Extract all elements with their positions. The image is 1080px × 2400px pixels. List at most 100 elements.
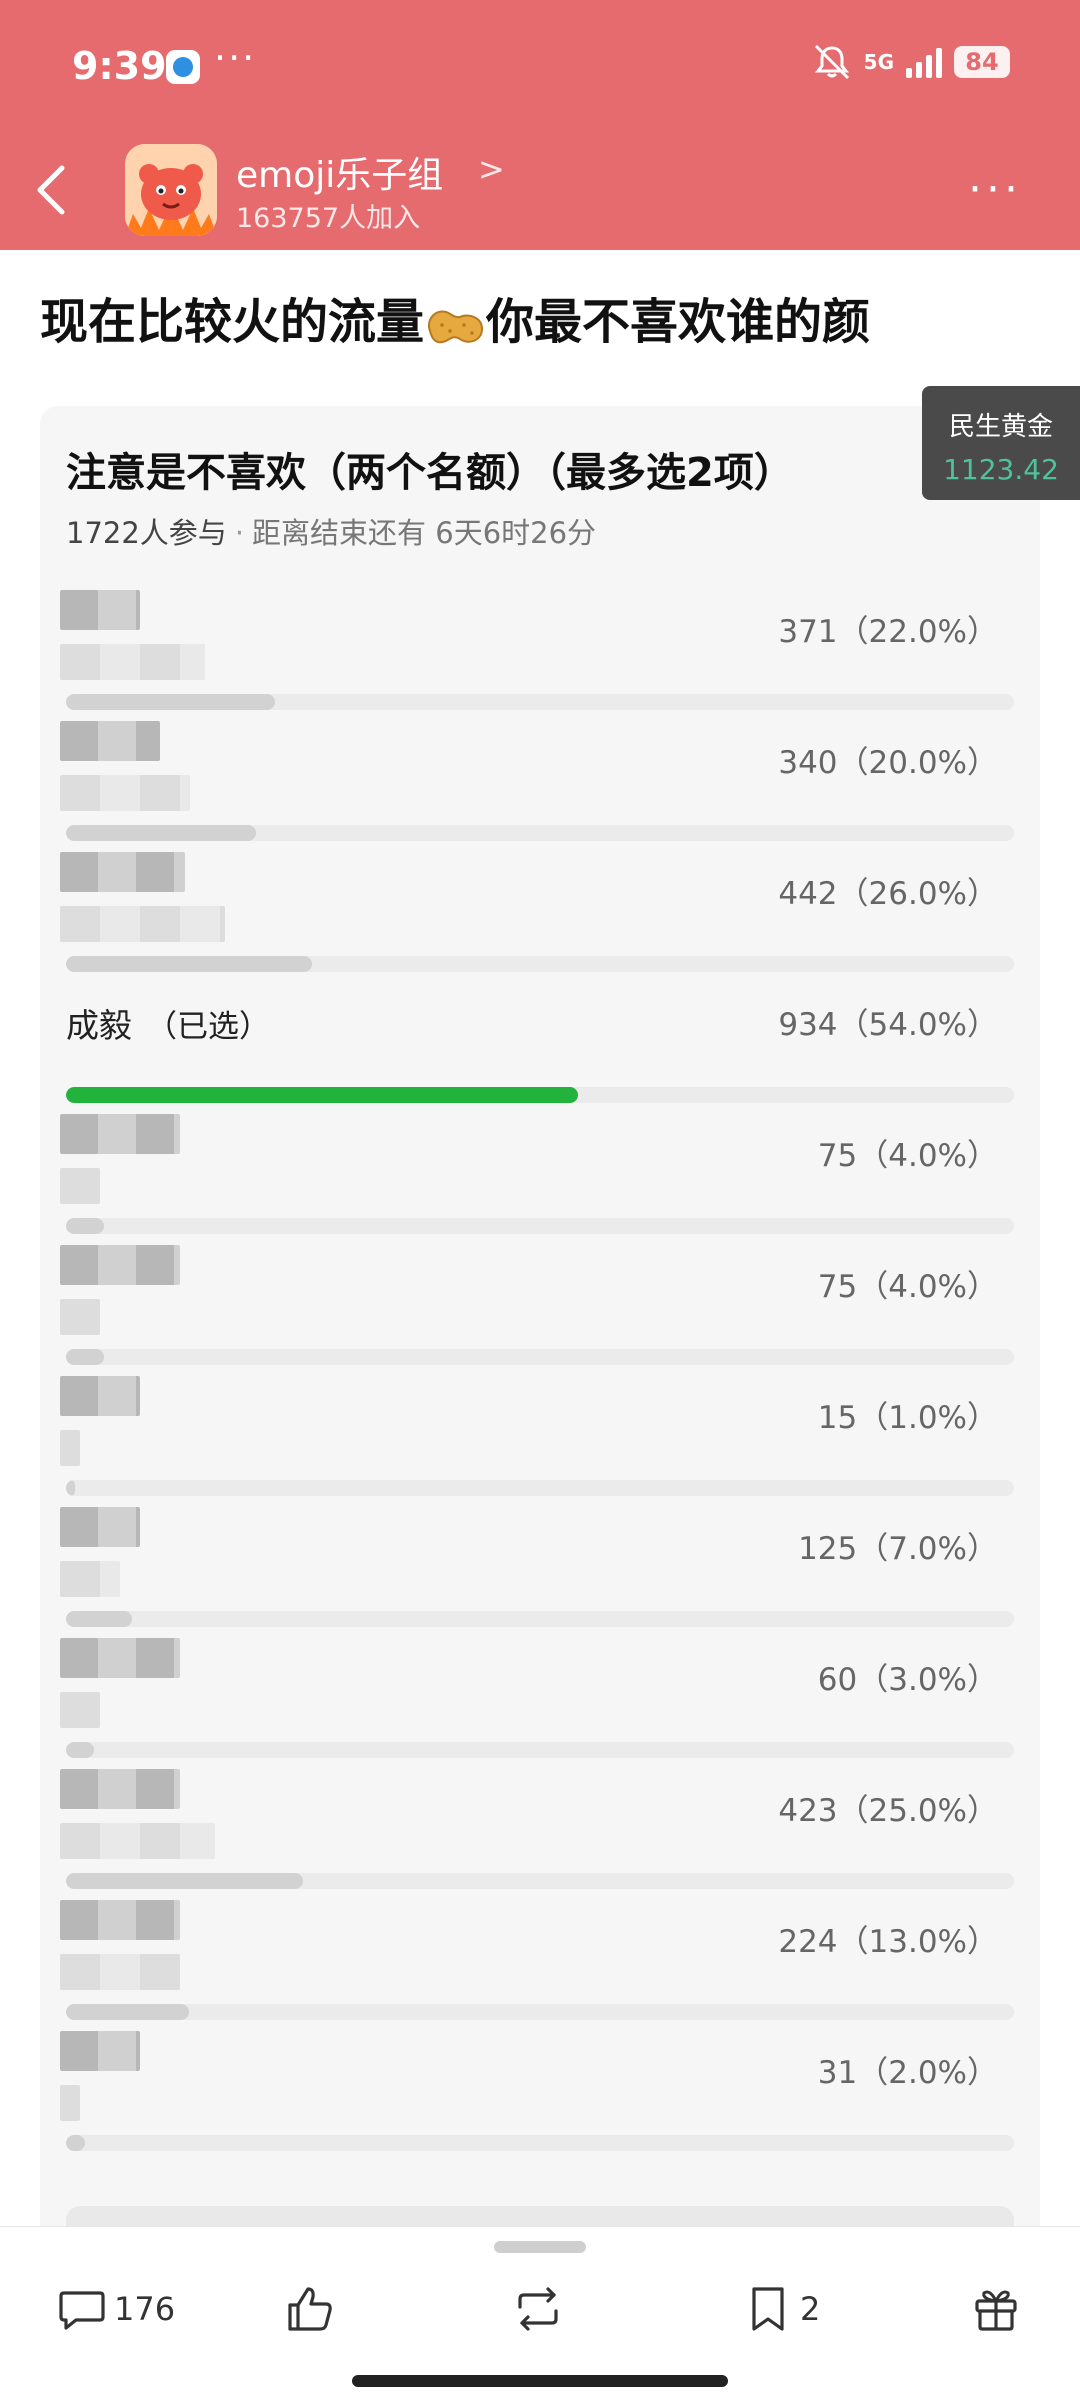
blurred-option-subtext (60, 1299, 100, 1335)
poll-option-bar-fill (66, 1742, 95, 1758)
poll-option-count: 934（54.0%） (778, 1007, 998, 1043)
poll-option[interactable]: 75（4.0%） (40, 1245, 1040, 1392)
blurred-option-name (60, 1114, 180, 1154)
blurred-option-subtext (60, 644, 205, 680)
like-button[interactable] (284, 2283, 336, 2335)
gift-button[interactable] (970, 2283, 1022, 2335)
blurred-option-name (60, 1900, 180, 1940)
poll-option-bar-fill (66, 1087, 578, 1103)
bookmark-button[interactable]: 2 (742, 2283, 820, 2335)
poll-option-count: 224（13.0%） (778, 1924, 998, 1960)
poll-option-bar (66, 1218, 1014, 1234)
battery-icon: 84 (954, 46, 1010, 78)
app-header: 9:39 ··· 5G 84 emoji乐子组 > 163757人加入 ··· (0, 0, 1080, 250)
notification-app-icon (166, 50, 200, 84)
post-title: 现在比较火的流量 你最不喜欢谁的颜 (40, 282, 870, 352)
blurred-option-name (60, 1507, 140, 1547)
repost-button[interactable] (512, 2283, 564, 2335)
back-button[interactable] (30, 160, 74, 220)
poll-option-bar-fill (66, 956, 313, 972)
poll-option-count: 340（20.0%） (778, 745, 998, 781)
bookmark-icon (752, 2287, 784, 2331)
gold-price-widget[interactable]: 民生黄金 1123.42 (922, 386, 1080, 500)
peanut-emoji-icon (428, 310, 484, 344)
poll-option-count: 75（4.0%） (817, 1138, 998, 1174)
blurred-option-subtext (60, 906, 225, 942)
poll-option-bar (66, 1349, 1014, 1365)
poll-option[interactable]: 340（20.0%） (40, 721, 1040, 868)
blurred-option-name (60, 852, 185, 892)
poll-participants: 1722人参与 (66, 516, 227, 550)
home-indicator[interactable] (352, 2375, 728, 2387)
poll-option-count: 31（2.0%） (817, 2055, 998, 2091)
poll-option[interactable]: 423（25.0%） (40, 1769, 1040, 1916)
selected-tag: （已选） (146, 1009, 270, 1045)
group-avatar[interactable] (125, 144, 217, 236)
poll-option-bar-fill (66, 2135, 85, 2151)
blurred-option-subtext (60, 1823, 215, 1859)
poll-option-bar-fill (66, 1349, 104, 1365)
poll-option-bar-fill (66, 1218, 104, 1234)
bookmark-count: 2 (800, 2290, 821, 2328)
poll-option-bar (66, 956, 1014, 972)
thumbs-up-icon (288, 2287, 332, 2331)
poll-option[interactable]: 成毅 （已选） 934（54.0%） (40, 999, 1040, 1130)
poll-option-count: 75（4.0%） (817, 1269, 998, 1305)
blurred-option-name (60, 1769, 180, 1809)
dragon-avatar-icon (125, 144, 217, 236)
blurred-option-name (60, 2031, 140, 2071)
status-right-group: 5G 84 (812, 44, 1010, 80)
blurred-option-name (60, 1245, 180, 1285)
poll-option-count: 125（7.0%） (798, 1531, 998, 1567)
poll-option-bar-fill (66, 825, 256, 841)
poll-option-count: 423（25.0%） (778, 1793, 998, 1829)
blurred-option-name (60, 1376, 140, 1416)
poll-option-bar (66, 825, 1014, 841)
poll-option[interactable]: 75（4.0%） (40, 1114, 1040, 1261)
drag-handle[interactable] (494, 2241, 586, 2253)
poll-option-count: 371（22.0%） (778, 614, 998, 650)
mute-icon (814, 44, 849, 80)
poll-option[interactable]: 442（26.0%） (40, 852, 1040, 999)
poll-option[interactable]: 224（13.0%） (40, 1900, 1040, 2047)
poll-option[interactable]: 31（2.0%） (40, 2031, 1040, 2178)
gift-icon (975, 2290, 1017, 2331)
bottom-action-bar: 176 2 (0, 2226, 1080, 2400)
poll-meta: 1722人参与 · 距离结束还有 6天6时26分 (66, 510, 596, 552)
post-title-part2: 你最不喜欢谁的颜 (486, 294, 871, 350)
status-time: 9:39 (72, 44, 167, 88)
poll-option-count: 442（26.0%） (778, 876, 998, 912)
poll-option-bar (66, 1742, 1014, 1758)
ticker-name: 民生黄金 (948, 412, 1053, 442)
poll-option[interactable]: 371（22.0%） (40, 590, 1040, 737)
poll-option-bar (66, 2004, 1014, 2020)
group-name[interactable]: emoji乐子组 (236, 146, 443, 198)
blurred-option-subtext (60, 1430, 80, 1466)
comment-icon (59, 2291, 105, 2330)
network-type: 5G (863, 50, 894, 74)
poll-option-bar (66, 1611, 1014, 1627)
blurred-option-subtext (60, 2085, 80, 2121)
meta-separator: · (234, 516, 245, 550)
status-more-icon: ··· (214, 36, 257, 80)
poll-option-bar (66, 2135, 1014, 2151)
more-options-button[interactable]: ··· (968, 168, 1022, 212)
blurred-option-subtext (60, 1954, 180, 1990)
poll-option[interactable]: 125（7.0%） (40, 1507, 1040, 1654)
signal-icon (906, 46, 942, 78)
poll-option-bar-fill (66, 2004, 190, 2020)
option-name: 成毅 (66, 1006, 132, 1045)
poll-option-bar-fill (66, 694, 275, 710)
poll-card: 注意是不喜欢（两个名额）（最多选2项） 1722人参与 · 距离结束还有 6天6时2… (40, 406, 1040, 2246)
chevron-right-icon[interactable]: > (478, 150, 505, 188)
poll-option-count: 15（1.0%） (817, 1400, 998, 1436)
poll-option[interactable]: 60（3.0%） (40, 1638, 1040, 1785)
poll-option-bar-fill (66, 1873, 303, 1889)
comment-button[interactable]: 176 (56, 2283, 175, 2335)
poll-option-bar-fill (66, 1480, 76, 1496)
poll-option-bar (66, 1087, 1014, 1103)
poll-option[interactable]: 15（1.0%） (40, 1376, 1040, 1523)
blurred-option-subtext (60, 1168, 100, 1204)
repost-icon (518, 2287, 558, 2331)
poll-option-bar-fill (66, 1611, 133, 1627)
